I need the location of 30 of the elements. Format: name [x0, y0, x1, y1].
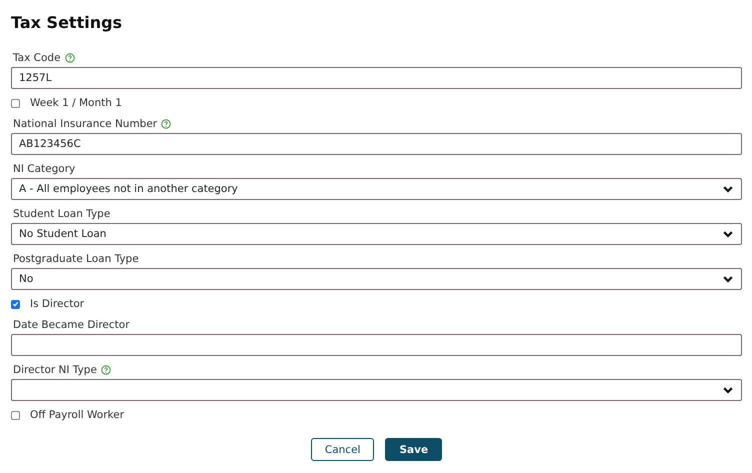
- field-label: National Insurance Number: [13, 117, 158, 131]
- chevron-icon: [723, 186, 733, 192]
- select-field[interactable]: No: [11, 268, 742, 290]
- field-label: Student Loan Type: [13, 207, 110, 221]
- select-field[interactable]: [11, 379, 742, 401]
- field-label: Tax Code: [13, 51, 61, 65]
- checkbox[interactable]: [11, 98, 20, 108]
- field-label: Date Became Director: [13, 318, 130, 332]
- checkbox-label: Week 1 / Month 1: [30, 96, 122, 110]
- chevron-icon: [723, 276, 733, 282]
- input-field[interactable]: 1257L: [11, 67, 742, 89]
- checkbox[interactable]: [11, 300, 20, 308]
- page-title: Tax Settings: [11, 12, 124, 34]
- input-field[interactable]: AB123456C: [11, 133, 742, 155]
- input-field[interactable]: [11, 334, 742, 356]
- cancel-button[interactable]: Cancel: [310, 438, 374, 461]
- chevron-icon: [723, 386, 733, 394]
- field-label: Postgraduate Loan Type: [13, 252, 139, 266]
- help-icon[interactable]: [161, 119, 172, 129]
- field-label: NI Category: [13, 162, 76, 176]
- save-button[interactable]: Save: [385, 438, 442, 461]
- help-icon[interactable]: [100, 365, 111, 375]
- checkbox[interactable]: [11, 410, 20, 420]
- select-field[interactable]: A - All employees not in another category: [11, 178, 742, 200]
- checkbox-label: Is Director: [30, 297, 84, 311]
- field-label: Director NI Type: [13, 363, 97, 377]
- checkbox-label: Off Payroll Worker: [30, 408, 124, 422]
- select-field[interactable]: No Student Loan: [11, 223, 742, 245]
- chevron-icon: [723, 230, 733, 238]
- help-icon[interactable]: [64, 53, 75, 63]
